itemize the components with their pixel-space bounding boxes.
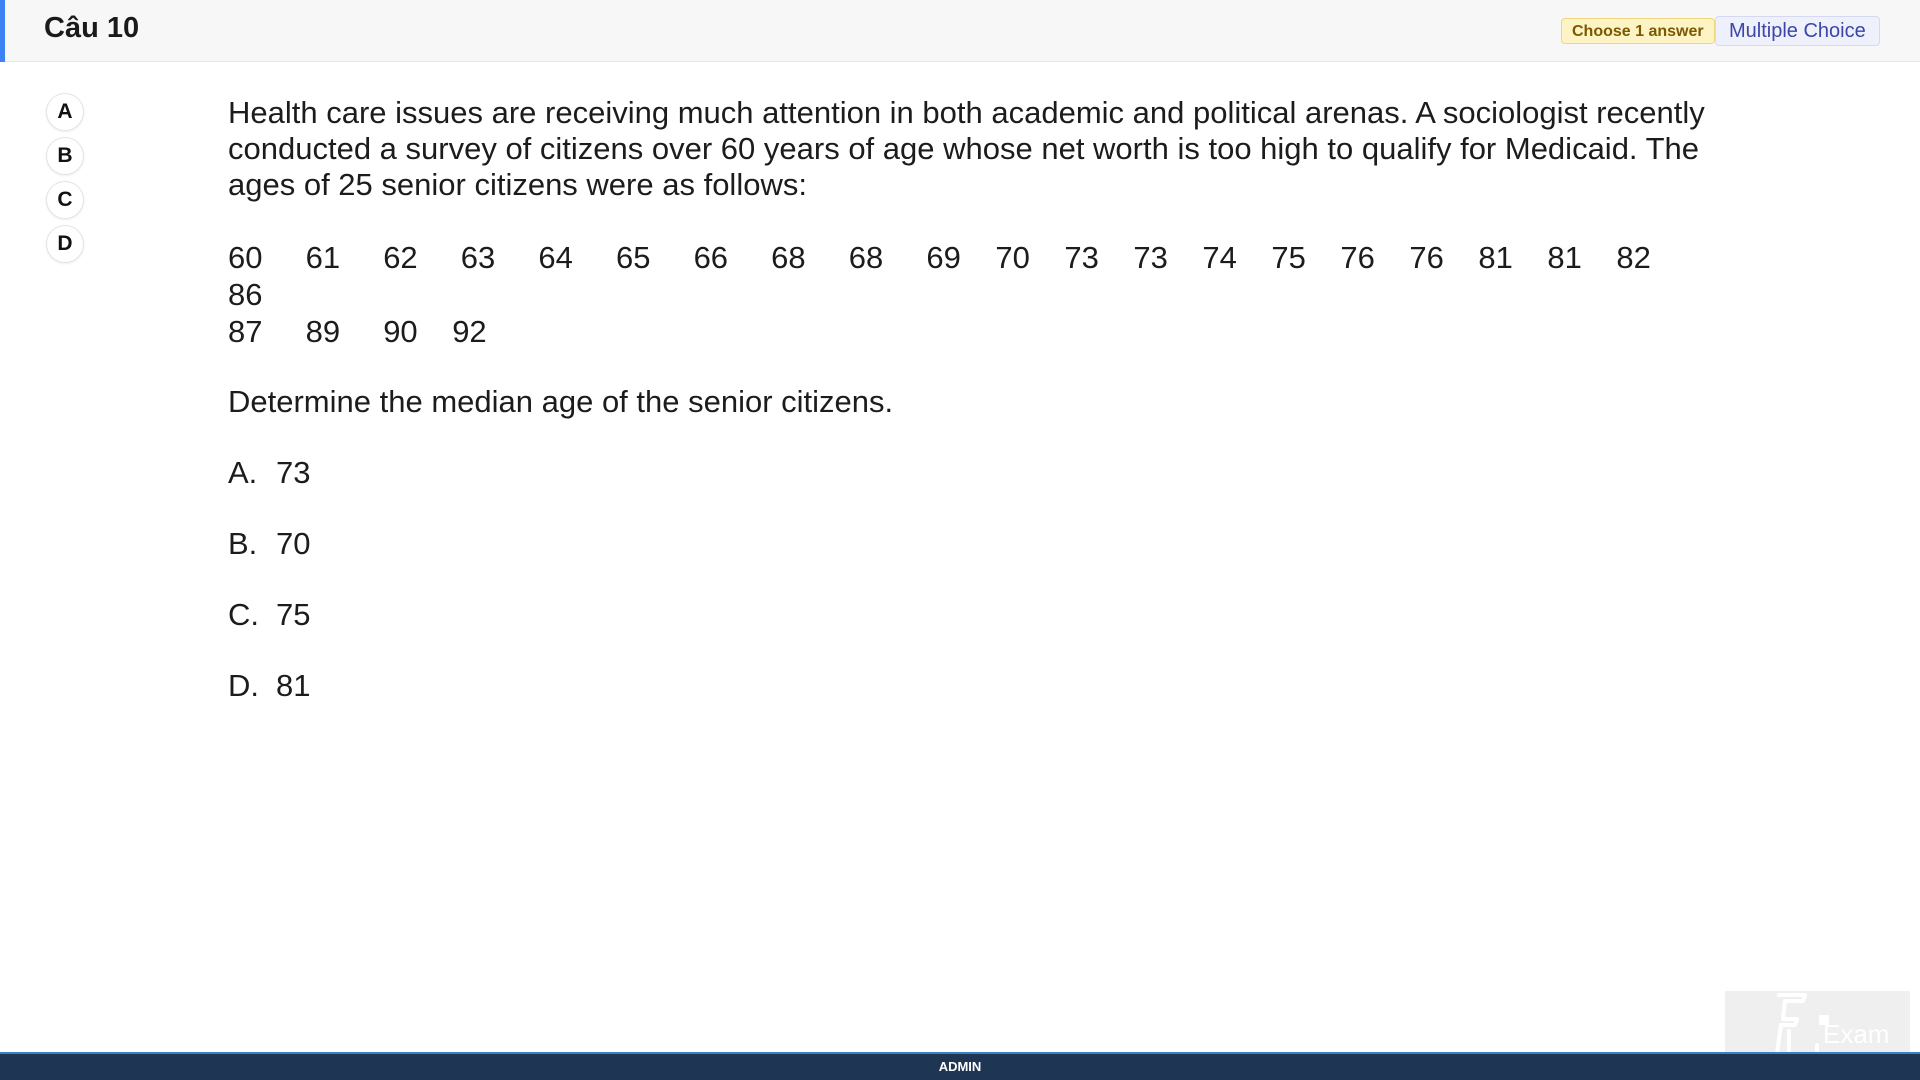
age-value: 81 [1547,240,1582,275]
age-value: 69 [926,240,961,275]
question-type-badge: Multiple Choice [1715,16,1880,46]
age-value: 63 [460,240,496,275]
age-value: 89 [305,314,341,349]
age-value: 74 [1202,240,1237,275]
age-value: 81 [1478,240,1513,275]
age-value: 90 [383,314,418,349]
age-value: 62 [383,240,418,275]
answer-button-c[interactable]: C [46,181,84,219]
question-prompt: Health care issues are receiving much at… [228,95,1705,202]
option-value: 70 [276,526,311,561]
ages-list: 60 61 62 63 64 65 66 68 68 69 70 73 73 7… [228,239,1748,313]
option-letter: D. [228,668,259,703]
age-value: 76 [1409,240,1444,275]
age-value: 66 [693,240,729,275]
answer-button-b[interactable]: B [46,137,84,175]
age-value: 86 [228,277,263,312]
age-value: 64 [538,240,573,275]
age-value: 70 [995,240,1030,275]
option-value: 73 [276,455,311,490]
footer-user-label: ADMIN [938,1059,982,1074]
age-value: 68 [771,240,806,275]
header-accent-bar [0,0,5,62]
age-value: 65 [615,240,651,275]
choose-answer-badge: Choose 1 answer [1561,18,1715,44]
ages-list-continued: 87 89 90 92 [228,313,1748,350]
answer-button-a[interactable]: A [46,93,84,131]
age-value: 73 [1064,240,1099,275]
option-a: A. 73 [228,455,1768,491]
option-letter: C. [228,597,259,632]
age-value: 76 [1340,240,1375,275]
option-c: C. 75 [228,597,1768,633]
option-value: 81 [276,668,311,703]
footer-bar: ADMIN [0,1052,1920,1080]
answer-selector: A B C D [46,93,86,269]
option-value: 75 [276,597,311,632]
option-d: D. 81 [228,668,1768,704]
age-value: 82 [1616,240,1651,275]
age-value: 73 [1133,240,1168,275]
option-letter: A. [228,455,258,490]
question-header: Câu 10 Choose 1 answer Multiple Choice [0,0,1920,62]
age-value: 75 [1271,240,1306,275]
age-value: 60 [228,240,263,275]
option-b: B. 70 [228,526,1768,562]
question-ask: Determine the median age of the senior c… [228,384,894,419]
answer-button-d[interactable]: D [46,225,84,263]
age-value: 92 [452,314,487,349]
age-value: 68 [848,240,884,275]
question-title: Câu 10 [44,12,140,44]
option-letter: B. [228,526,258,561]
watermark-logo-text: Exam [1823,1019,1889,1049]
age-value: 87 [228,314,263,349]
question-content: Health care issues are receiving much at… [228,95,1768,704]
age-value: 61 [305,240,341,275]
